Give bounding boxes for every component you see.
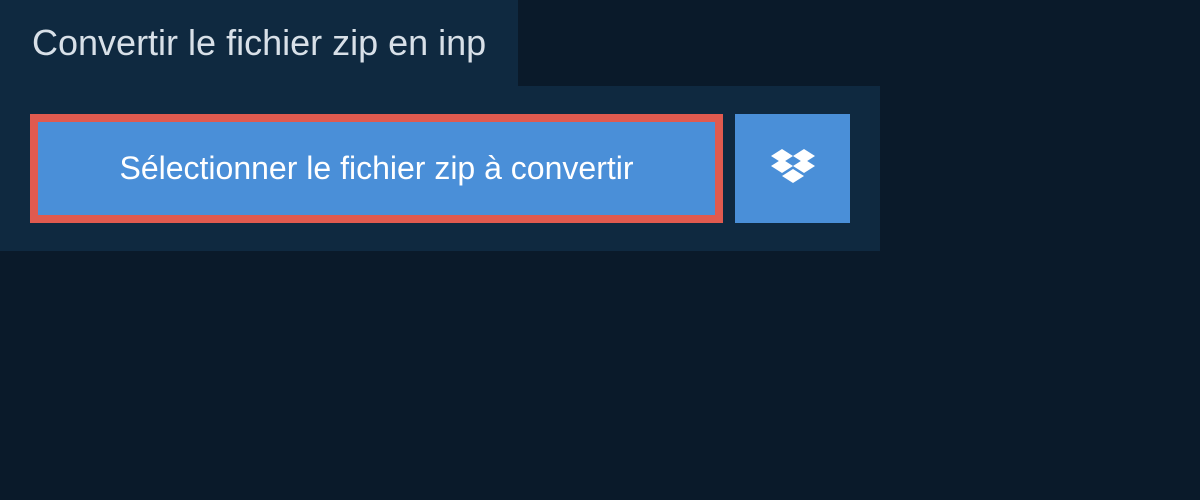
dropbox-icon: [771, 149, 815, 189]
page-title: Convertir le fichier zip en inp: [32, 22, 486, 64]
select-file-label: Sélectionner le fichier zip à convertir: [119, 150, 633, 187]
content-panel: Sélectionner le fichier zip à convertir: [0, 86, 880, 251]
select-file-button[interactable]: Sélectionner le fichier zip à convertir: [30, 114, 723, 223]
dropbox-button[interactable]: [735, 114, 850, 223]
header-tab: Convertir le fichier zip en inp: [0, 0, 518, 86]
button-row: Sélectionner le fichier zip à convertir: [30, 114, 850, 223]
